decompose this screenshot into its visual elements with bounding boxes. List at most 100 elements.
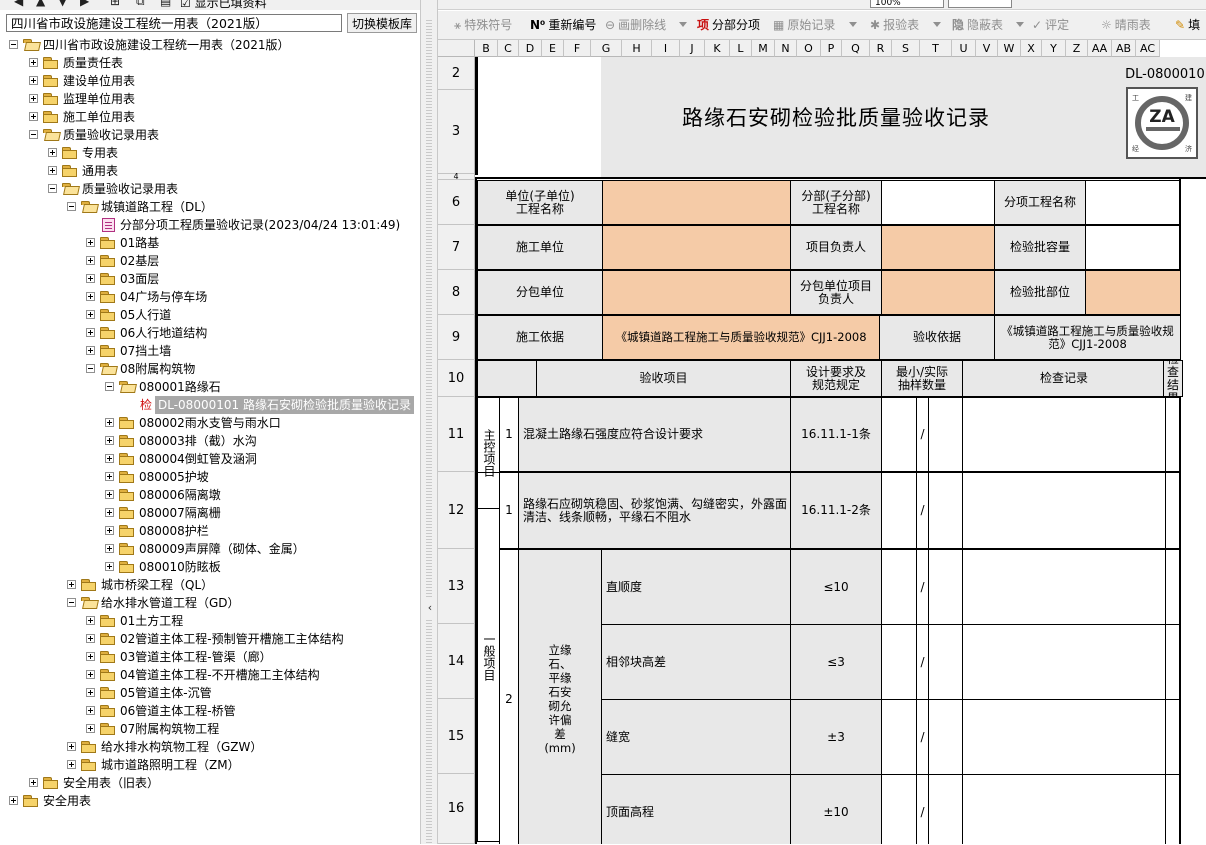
expand-icon[interactable] [29,112,38,121]
contractor-input[interactable] [602,225,791,270]
tree-r01[interactable]: 01路基 [0,234,420,252]
report-dropdown-icon[interactable] [933,22,941,27]
column-header[interactable]: E [542,40,564,57]
expand-icon[interactable] [105,544,114,553]
template-combo[interactable]: 四川省市政设施建设工程统一用表（2021版） [6,14,342,32]
sub2-record[interactable] [962,624,1166,700]
column-header[interactable]: X [1021,40,1042,57]
tree-road-record[interactable]: 分部分项工程质量验收记录(2023/04/24 13:01:49) [0,216,420,234]
expand-icon[interactable] [86,688,95,697]
expand-icon[interactable] [29,778,38,787]
expand-icon[interactable] [86,634,95,643]
tree-r06[interactable]: 06人行地道结构 [0,324,420,342]
show-filled-checkbox[interactable]: ☑ 显示已填资料 [180,0,267,10]
tree-r02[interactable]: 02基层 [0,252,420,270]
expand-icon[interactable] [9,796,18,805]
arrow-left-icon[interactable]: ◀ [14,0,23,8]
column-header[interactable]: S [892,40,920,57]
tree-w01[interactable]: 01土方工程 [0,612,420,630]
expand-icon[interactable] [86,238,95,247]
sub-manager-input[interactable] [881,270,995,315]
strikethrough-dropdown-icon[interactable] [679,22,687,27]
tree-r08[interactable]: 08附属构筑物 [0,360,420,378]
column-header[interactable]: P [821,40,842,57]
row-header[interactable]: 2 [438,57,475,90]
column-header[interactable]: AA [1088,40,1112,57]
column-header[interactable]: Z [1066,40,1088,57]
tree-root[interactable]: 四川省市政设施建设工程统一用表（2021版） [0,36,420,54]
sub1-min-sample[interactable] [881,549,917,625]
fill-button[interactable]: ✎ 填 [1175,16,1200,34]
hidden-dropdown-icon[interactable] [1016,22,1024,27]
expand-icon[interactable] [48,166,57,175]
row-header[interactable]: 8 [438,270,475,315]
add-table-icon[interactable]: ⊞ [110,0,120,8]
collapse-icon[interactable] [67,202,76,211]
header-blank[interactable] [477,360,537,397]
item2-min-sample[interactable] [881,472,917,549]
subitem-input[interactable] [1085,180,1181,225]
expand-icon[interactable] [67,760,76,769]
tree-r08-5[interactable]: 080005护坡 [0,468,420,486]
sub4-min-sample[interactable] [881,774,917,844]
expand-icon[interactable] [48,148,57,157]
evaluate-button[interactable]: ✓ 评定 [1032,16,1069,34]
expand-icon[interactable] [105,526,114,535]
original-record-button[interactable]: ▦ 原始记录 [773,16,835,34]
arrow-right-icon[interactable]: ▶ [80,0,89,8]
expand-icon[interactable] [105,454,114,463]
tree-road[interactable]: 城镇道路工程（DL） [0,198,420,216]
doc-icon[interactable]: ▤ [160,0,171,8]
tree-w04[interactable]: 04管道主体工程-不开槽施工主体结构 [0,666,420,684]
tree-qc-records[interactable]: 质量验收记录用表 [0,180,420,198]
batch-capacity-input[interactable] [1085,225,1181,270]
tree-safety-old[interactable]: 安全用表（旧表） [0,774,420,792]
tree-general[interactable]: 通用表 [0,162,420,180]
tree-quality-resp[interactable]: 质量责任表 [0,54,420,72]
tree-builder[interactable]: 建设单位用表 [0,72,420,90]
column-header[interactable]: U [952,40,976,57]
column-header[interactable]: AB [1112,40,1136,57]
tree-r08-9[interactable]: 080009声屏障（砌体、金属） [0,540,420,558]
tree-r08-2[interactable]: 080002雨水支管与雨水口 [0,414,420,432]
column-header[interactable]: W [998,40,1021,57]
tree-w03[interactable]: 03管道主体工程-管渠（廊） [0,648,420,666]
font-combo[interactable] [948,0,1012,8]
expand-icon[interactable] [105,472,114,481]
collapse-icon[interactable] [9,40,18,49]
expand-icon[interactable] [86,652,95,661]
row-header[interactable]: 14 [438,624,475,699]
expand-icon[interactable] [86,328,95,337]
sub2-actual-sample[interactable] [928,624,963,700]
sub3-record[interactable] [962,699,1166,775]
strikethrough-button[interactable]: ⊖ 画删除线 [605,16,666,34]
tree-w06[interactable]: 06管道主体工程-桥管 [0,702,420,720]
project-manager-input[interactable] [881,225,995,270]
item1-result[interactable] [1165,397,1181,472]
column-header[interactable]: L [730,40,752,57]
expand-icon[interactable] [29,94,38,103]
expand-icon[interactable] [86,724,95,733]
tree-bridge[interactable]: 城市桥梁工程（QL） [0,576,420,594]
sub4-record[interactable] [962,774,1166,844]
item1-record[interactable] [962,397,1166,472]
tree-w02[interactable]: 02管道主体工程-预制管开槽施工主体结构 [0,630,420,648]
row-header[interactable]: 10 [438,360,475,397]
select-all-corner[interactable] [438,40,475,57]
subcontractor-input[interactable] [602,270,791,315]
renumber-button[interactable]: N⁰ 重新编号 [530,16,596,34]
expand-icon[interactable] [86,706,95,715]
column-header[interactable]: G [591,40,622,57]
column-header[interactable]: C [498,40,519,57]
column-header[interactable]: T [920,40,952,57]
tree-water-struct[interactable]: 给水排水构筑物工程（GZW） [0,738,420,756]
collapse-icon[interactable] [105,382,114,391]
tree-r08-10[interactable]: 080010防眩板 [0,558,420,576]
column-header[interactable]: K [705,40,730,57]
column-header[interactable]: B [475,40,498,57]
column-header[interactable]: AC [1136,40,1160,57]
expand-icon[interactable] [105,490,114,499]
switch-template-button[interactable]: 切换模板库 [347,13,417,33]
expand-icon[interactable] [105,508,114,517]
tree-r04[interactable]: 04广场与停车场 [0,288,420,306]
